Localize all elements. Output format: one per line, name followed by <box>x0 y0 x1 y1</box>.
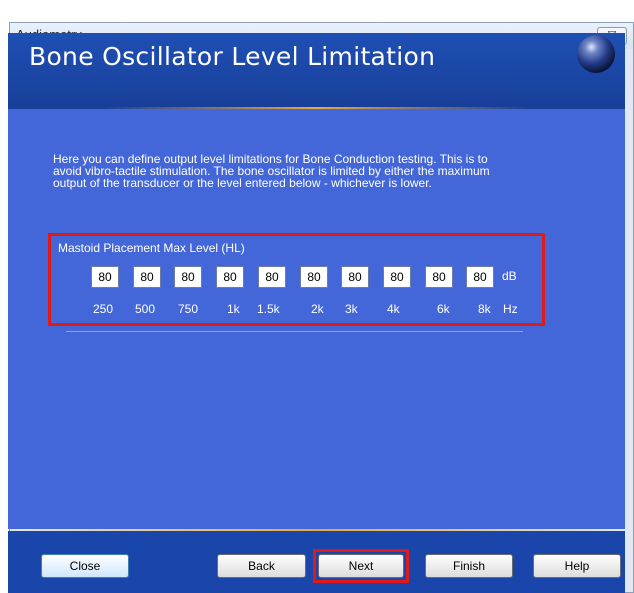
freq-label: 2k <box>311 302 324 316</box>
level-input-1-5k[interactable]: 80 <box>258 266 286 288</box>
level-input-500[interactable]: 80 <box>133 266 161 288</box>
close-button[interactable]: Close <box>41 554 129 578</box>
freq-label: 4k <box>387 302 400 316</box>
wizard-header: Bone Oscillator Level Limitation <box>8 33 625 109</box>
description-text: Here you can define output level limitat… <box>53 152 490 190</box>
freq-label: 750 <box>178 302 199 316</box>
level-input-250[interactable]: 80 <box>91 266 119 288</box>
freq-label: 1.5k <box>257 302 280 316</box>
finish-button[interactable]: Finish <box>425 554 513 578</box>
help-button[interactable]: Help <box>533 554 621 578</box>
back-button[interactable]: Back <box>217 554 306 578</box>
section-divider <box>66 331 523 332</box>
level-input-2k[interactable]: 80 <box>300 266 328 288</box>
level-input-4k[interactable]: 80 <box>383 266 411 288</box>
freq-label: 8k <box>478 302 491 316</box>
level-input-8k[interactable]: 80 <box>466 266 494 288</box>
freq-label: 3k <box>345 302 358 316</box>
level-input-750[interactable]: 80 <box>174 266 202 288</box>
level-input-1k[interactable]: 80 <box>216 266 244 288</box>
level-input-3k[interactable]: 80 <box>341 266 369 288</box>
freq-label: 250 <box>93 302 114 316</box>
freq-label: 1k <box>227 302 240 316</box>
hz-unit-label: Hz <box>503 302 518 316</box>
blue-orb-icon <box>577 35 615 73</box>
db-unit-label: dB <box>502 269 517 283</box>
page-title: Bone Oscillator Level Limitation <box>29 42 436 71</box>
next-highlight-box <box>313 549 409 583</box>
freq-label: 500 <box>135 302 156 316</box>
freq-label: 6k <box>437 302 450 316</box>
level-input-6k[interactable]: 80 <box>425 266 453 288</box>
mastoid-label: Mastoid Placement Max Level (HL) <box>58 241 245 255</box>
